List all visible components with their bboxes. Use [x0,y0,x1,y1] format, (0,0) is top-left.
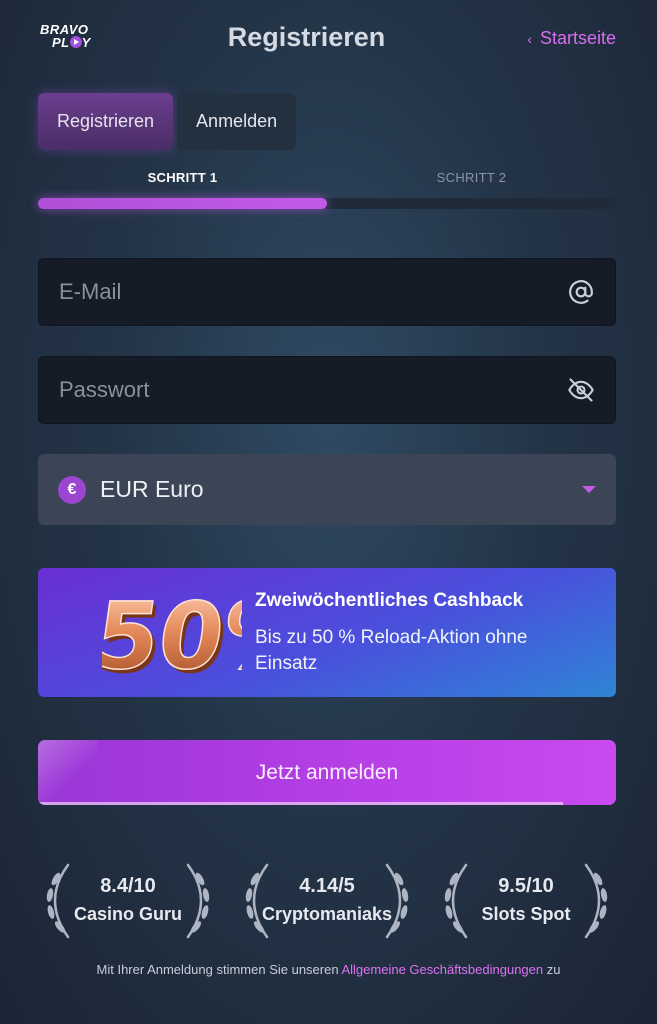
progress-track [38,198,616,209]
ratings-row: 8.4/10 Casino Guru 4.14/5 Cryptomaniaks [38,855,616,945]
rating-source: Slots Spot [481,904,571,924]
rating-casino-guru: 8.4/10 Casino Guru [38,855,218,945]
rating-slots-spot: 9.5/10 Slots Spot [436,855,616,945]
rating-cryptomaniaks: 4.14/5 Cryptomaniaks [237,855,417,945]
progress-fill [38,198,327,209]
submit-label: Jetzt anmelden [255,760,399,784]
header: BRAVO PL Y Registrieren ‹ Startseite [0,0,657,78]
svg-text:50%: 50% [102,582,242,689]
cashback-banner[interactable]: 50 50% Zweiwöchentliches Cashback Bis zu… [38,568,616,697]
step-2-label: SCHRITT 2 [436,170,507,185]
tab-login[interactable]: Anmelden [177,93,297,150]
tab-register[interactable]: Registrieren [38,93,174,150]
home-link-label: Startseite [539,28,616,48]
page-title: Registrieren [227,22,386,52]
caret-down-icon [582,486,596,493]
step-indicator: SCHRITT 1 SCHRITT 2 [38,170,616,209]
terms-notice: Mit Ihrer Anmeldung stimmen Sie unseren … [0,962,657,977]
laurel-wreath-icon [245,863,409,939]
chevron-left-icon: ‹ [527,30,532,47]
terms-link[interactable]: Allgemeine Geschäftsbedingungen [341,962,543,977]
promo-subtitle: Bis zu 50 % Reload-Aktion ohne Einsatz [255,627,528,674]
terms-prefix: Mit Ihrer Anmeldung stimmen Sie unseren [96,962,339,977]
submit-register-button[interactable]: Jetzt anmelden [38,740,616,805]
email-input[interactable] [59,279,567,305]
auth-tabs: Registrieren Anmelden [38,93,297,150]
email-field [38,258,616,326]
password-field [38,356,616,424]
rating-score: 9.5/10 [498,875,554,897]
password-input[interactable] [59,377,567,403]
step-1-label: SCHRITT 1 [147,170,218,185]
promo-title: Zweiwöchentliches Cashback [255,590,524,611]
promo-50-graphic: 50 50% [102,582,242,690]
currency-select[interactable]: € EUR Euro [38,454,616,525]
laurel-wreath-icon [444,863,608,939]
at-icon [567,278,595,306]
eye-off-icon[interactable] [567,376,595,404]
rating-source: Casino Guru [73,904,182,924]
rating-score: 8.4/10 [100,875,156,897]
rating-score: 4.14/5 [299,875,355,897]
currency-value: EUR Euro [100,476,204,502]
terms-suffix: zu [546,962,561,977]
home-link[interactable]: ‹ Startseite [527,28,616,49]
euro-icon: € [58,475,86,504]
laurel-wreath-icon [46,863,210,939]
rating-source: Cryptomaniaks [261,904,393,924]
